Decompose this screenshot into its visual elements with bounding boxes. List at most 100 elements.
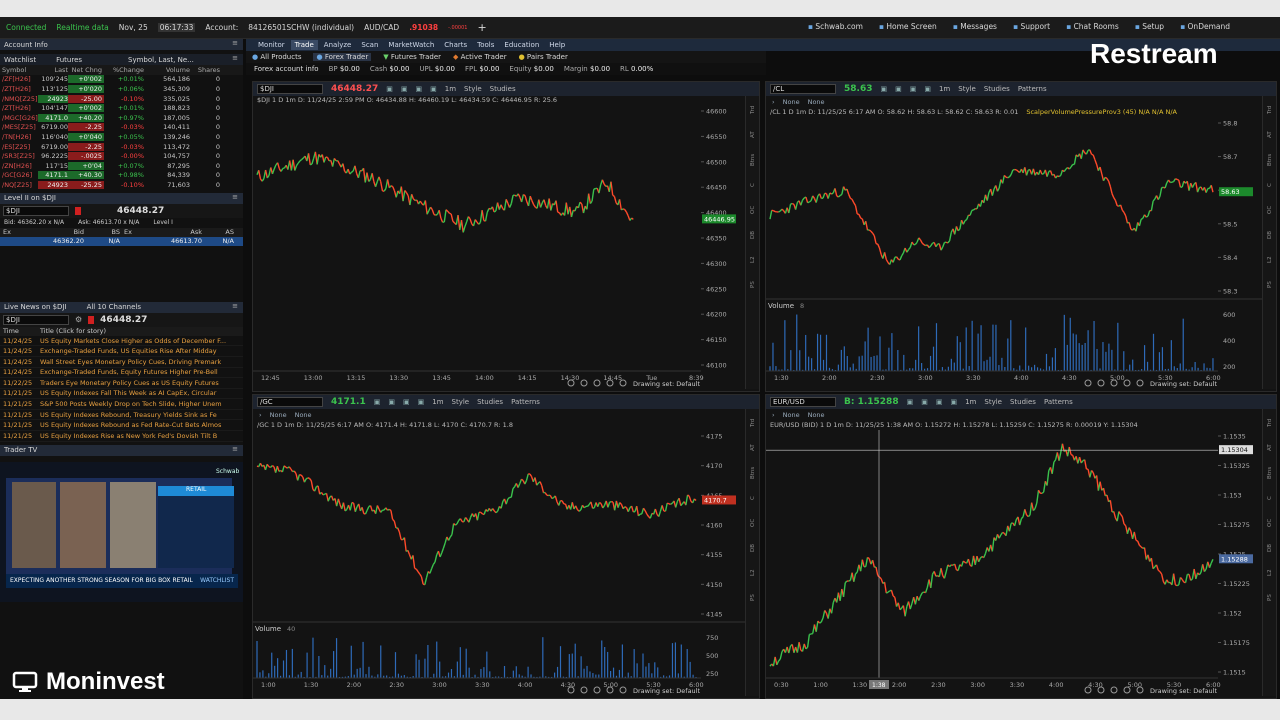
tab-all-products[interactable]: ● All Products <box>252 53 301 61</box>
menu-icon[interactable]: ≡ <box>232 302 238 310</box>
chart-canvas[interactable]: 41754170416541604155415041454170.7Volume… <box>253 430 745 696</box>
drawing-set-label[interactable]: Drawing set: Default <box>633 687 700 695</box>
zoom-in-icon[interactable] <box>580 686 588 694</box>
zoom-fit-icon[interactable] <box>1110 686 1118 694</box>
watchlist-row[interactable]: /ES[Z25] 6719.00 -2.25 -0.03% 113,472 0 <box>0 142 243 152</box>
zoom-fit-icon[interactable] <box>593 686 601 694</box>
tag-none[interactable]: None <box>295 411 312 419</box>
side-tab-oc[interactable]: OC <box>1267 512 1273 534</box>
chart-type-icon[interactable]: ▣ <box>910 85 917 93</box>
side-tab-l2[interactable]: L2 <box>1267 249 1273 271</box>
drawing-set-label[interactable]: Drawing set: Default <box>633 380 700 388</box>
side-tab-btns[interactable]: Btns <box>750 149 756 171</box>
menu-education[interactable]: Education <box>500 40 543 50</box>
zoom-fit-icon[interactable] <box>593 379 601 387</box>
news-item[interactable]: 11/21/25 US Equity Indexes Rebound as Fed… <box>0 420 243 432</box>
patterns-menu[interactable]: Patterns <box>1044 398 1073 406</box>
chart-type-icon[interactable]: ▣ <box>936 398 943 406</box>
watchlist-row[interactable]: /MES[Z25] 6719.00 -2.25 -0.03% 140,411 0 <box>0 123 243 133</box>
pair-symbol[interactable]: AUD/CAD <box>364 23 399 32</box>
link-icon[interactable]: ▣ <box>388 398 395 406</box>
side-tab-c[interactable]: C <box>1267 487 1273 509</box>
chart-panel-gc[interactable]: /GC 4171.1 ▣ ▣ ▣ ▣ 1m Style Studies Patterns › None… <box>252 394 760 699</box>
watchlist-columns[interactable]: Symbol, Last, Ne... <box>128 56 194 64</box>
share-icon[interactable]: ▣ <box>907 398 914 406</box>
chart-symbol-input[interactable]: /GC <box>257 397 323 407</box>
watchlist-row[interactable]: /GC[G26] 4171.1 +40.30 +0.98% 84,339 0 <box>0 171 243 181</box>
level2-header[interactable]: Level II on $DJI ≡ <box>0 192 243 204</box>
cursor-icon[interactable] <box>619 379 627 387</box>
drawing-set-label[interactable]: Drawing set: Default <box>1150 687 1217 695</box>
watchlist-row[interactable]: /ZN[H26] 117'15 +0'04 +0.07% 87,295 0 <box>0 161 243 171</box>
level2-symbol-input[interactable]: $DJI <box>3 205 69 216</box>
side-tab-trd[interactable]: Trd <box>1267 99 1273 121</box>
side-tab-c[interactable]: C <box>1267 174 1273 196</box>
cursor-icon[interactable] <box>619 686 627 694</box>
account-select[interactable]: 84126501SCHW (individual) <box>248 23 354 32</box>
tab-pairs-trader[interactable]: ● Pairs Trader <box>519 53 568 61</box>
side-tab-btns[interactable]: Btns <box>1267 149 1273 171</box>
watchlist-row[interactable]: /MGC[G26] 4171.0 +40.20 +0.97% 187,005 0 <box>0 113 243 123</box>
news-item[interactable]: 11/24/25 Wall Street Eyes Monetary Policy… <box>0 357 243 368</box>
account-info-header[interactable]: Account Info ≡ <box>0 39 243 50</box>
side-tab-ps[interactable]: PS <box>1267 587 1273 609</box>
level2-row[interactable]: 46362.20 N/A 46613.70 N/A <box>0 236 243 246</box>
side-tab-at[interactable]: AT <box>1267 124 1273 146</box>
link-icon[interactable]: ▣ <box>401 85 408 93</box>
news-channels[interactable]: All 10 Channels <box>87 303 141 311</box>
expand-icon[interactable]: › <box>772 411 775 419</box>
side-tab-db[interactable]: DB <box>1267 537 1273 559</box>
zoom-in-icon[interactable] <box>1097 379 1105 387</box>
side-tab-oc[interactable]: OC <box>750 199 756 221</box>
news-col-title[interactable]: Title (Click for story) <box>40 327 106 335</box>
gear-icon[interactable]: ▣ <box>924 85 931 93</box>
news-item[interactable]: 11/21/25 US Equity Indexes Rebound, Treas… <box>0 410 243 421</box>
news-item[interactable]: 11/22/25 Traders Eye Monetary Policy Cues… <box>0 378 243 389</box>
chat-rooms-link[interactable]: Chat Rooms <box>1066 22 1119 31</box>
tag-none[interactable]: None <box>808 411 825 419</box>
col-shares[interactable]: Shares <box>190 66 220 74</box>
news-item[interactable]: 11/24/25 Exchange-Traded Funds, Equity Fu… <box>0 368 243 379</box>
link-icon[interactable]: ▣ <box>921 398 928 406</box>
chart-canvas[interactable]: 58.858.758.658.558.458.358.63Volume86004… <box>766 117 1262 389</box>
zoom-out-icon[interactable] <box>1084 379 1092 387</box>
watchlist-row[interactable]: /ZT[H26] 113'125 +0'020 +0.06% 345,309 0 <box>0 84 243 94</box>
gear-icon[interactable]: ▣ <box>418 398 425 406</box>
side-tab-l2[interactable]: L2 <box>750 562 756 584</box>
style-menu[interactable]: Style <box>984 398 1002 406</box>
home-screen-link[interactable]: Home Screen <box>879 22 936 31</box>
side-tab-ps[interactable]: PS <box>750 274 756 296</box>
style-menu[interactable]: Style <box>464 85 482 93</box>
side-tab-c[interactable]: C <box>750 174 756 196</box>
schwab-link[interactable]: Schwab.com <box>808 22 863 31</box>
side-tab-ps[interactable]: PS <box>1267 274 1273 296</box>
tag-none[interactable]: None <box>808 98 825 106</box>
watchlist-row[interactable]: /NQ[Z25] 24923 -25.25 -0.10% 71,603 0 <box>0 180 243 190</box>
col-last[interactable]: Last <box>38 66 68 74</box>
col-net-chng[interactable]: Net Chng <box>68 66 104 74</box>
timeframe-select[interactable]: 1m <box>432 398 443 406</box>
news-symbol-input[interactable]: $DJI <box>3 314 69 325</box>
style-menu[interactable]: Style <box>452 398 470 406</box>
side-tab-at[interactable]: AT <box>750 437 756 459</box>
watchlist-row[interactable]: /TN[H26] 116'040 +0'040 +0.05% 139,246 0 <box>0 132 243 142</box>
news-item[interactable]: 11/21/25 US Equity Indexes Rise as New Yo… <box>0 431 243 442</box>
gear-icon[interactable]: ▣ <box>950 398 957 406</box>
side-tab-at[interactable]: AT <box>1267 437 1273 459</box>
patterns-menu[interactable]: Patterns <box>511 398 540 406</box>
chart-canvas[interactable]: 1.15351.153251.1531.152751.15251.152251.… <box>766 430 1262 696</box>
studies-menu[interactable]: Studies <box>1010 398 1036 406</box>
expand-icon[interactable]: › <box>772 98 775 106</box>
chart-symbol-input[interactable]: $DJI <box>257 84 323 94</box>
col-pct-change[interactable]: %Change <box>104 66 144 74</box>
chart-type-icon[interactable]: ▣ <box>403 398 410 406</box>
support-link[interactable]: Support <box>1013 22 1050 31</box>
side-tab-oc[interactable]: OC <box>1267 199 1273 221</box>
menu-scan[interactable]: Scan <box>357 40 382 50</box>
tag-none[interactable]: None <box>783 98 800 106</box>
gear-icon[interactable]: ⚙ <box>75 315 82 324</box>
watchlist-row[interactable]: /SR3[Z25] 96.2225 -.0025 -0.00% 104,757 0 <box>0 151 243 161</box>
chart-panel-dji[interactable]: $DJI 46448.27 ▣ ▣ ▣ ▣ 1m Style Studies $DJI 1 D 1… <box>252 81 760 392</box>
studies-menu[interactable]: Studies <box>477 398 503 406</box>
setup-link[interactable]: Setup <box>1135 22 1164 31</box>
